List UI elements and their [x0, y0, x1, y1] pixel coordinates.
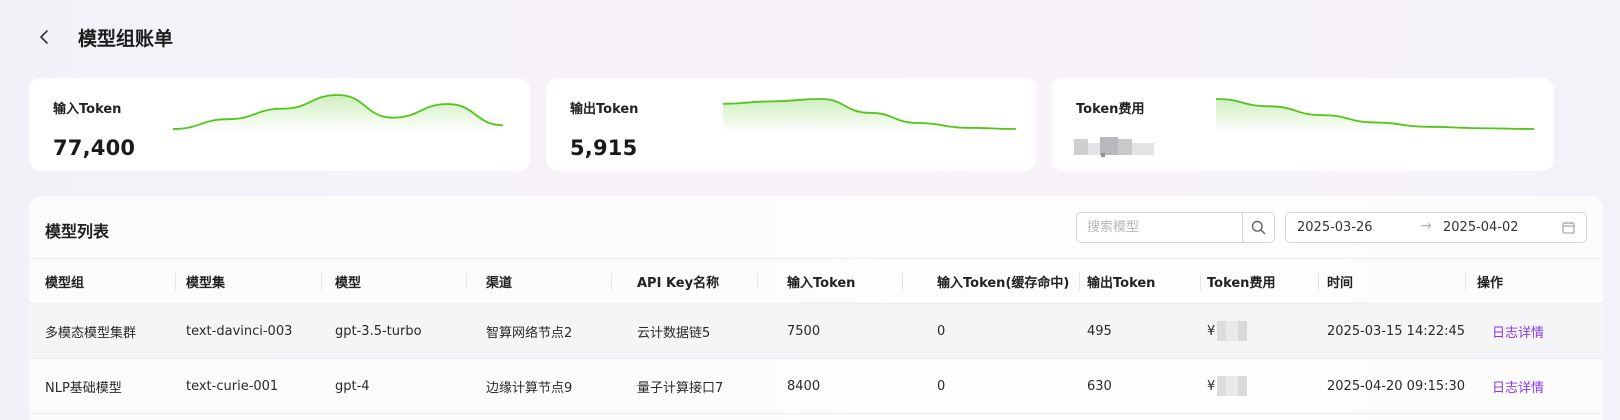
log-detail-link[interactable]: 日志详情 [1492, 304, 1544, 358]
cell-model-set: text-davinci-003 [186, 323, 293, 339]
cell-token-fee: ¥ [1207, 359, 1248, 413]
column-header: Token费用 [1207, 275, 1276, 291]
column-divider [902, 273, 903, 290]
column-divider [175, 273, 176, 290]
currency-symbol: ¥ [1207, 378, 1216, 394]
cell-output-token: 495 [1087, 323, 1112, 339]
cell-model-group: 多模态模型集群 [45, 325, 137, 341]
column-divider [757, 273, 758, 290]
cell-channel: 边缘计算节点9 [486, 380, 573, 396]
date-start[interactable]: 2025-03-26 [1297, 220, 1373, 235]
cell-model-group: NLP基础模型 [45, 380, 122, 396]
column-divider [466, 273, 467, 290]
cell-cached-input-token: 0 [937, 378, 946, 394]
cell-api-key-name: 云计数据链5 [637, 325, 711, 341]
cell-token-fee: ¥ [1207, 304, 1248, 358]
token-fee-sparkline [1215, 98, 1535, 132]
column-header: 时间 [1327, 275, 1354, 291]
date-range-picker[interactable]: 2025-03-26 → 2025-04-02 [1285, 212, 1587, 243]
card-token-fee: Token费用 [1052, 78, 1554, 171]
cell-model: gpt-3.5-turbo [335, 323, 422, 339]
search-box [1076, 212, 1275, 243]
currency-symbol: ¥ [1207, 323, 1216, 339]
cell-api-key-name: 量子计算接口7 [637, 380, 724, 396]
column-header: 模型集 [186, 275, 226, 291]
card-output-token: 输出Token 5,915 [546, 78, 1036, 171]
column-header: 操作 [1477, 275, 1504, 291]
search-input[interactable] [1077, 213, 1242, 242]
column-divider [321, 273, 322, 290]
panel-title: 模型列表 [45, 222, 110, 241]
card-label: 输出Token [570, 102, 639, 117]
masked-fee-value [1074, 137, 1154, 157]
cell-model-set: text-curie-001 [186, 378, 279, 394]
masked-fee [1217, 321, 1248, 341]
card-value: 77,400 [53, 136, 136, 160]
output-token-sparkline [722, 98, 1017, 132]
column-divider [1200, 273, 1201, 290]
column-header: 模型组 [45, 275, 85, 291]
column-divider [1465, 273, 1466, 290]
column-header: 模型 [335, 275, 362, 291]
sparkline-area [1216, 99, 1534, 132]
card-value: 5,915 [570, 136, 638, 160]
calendar-icon [1562, 221, 1575, 234]
cell-model: gpt-4 [335, 378, 370, 394]
column-header: 输入Token [787, 275, 856, 291]
card-label: 输入Token [53, 102, 122, 117]
page-title: 模型组账单 [78, 27, 174, 50]
column-header: 渠道 [486, 275, 513, 291]
date-end[interactable]: 2025-04-02 [1443, 220, 1519, 235]
cell-channel: 智算网络节点2 [486, 325, 573, 341]
cell-input-token: 8400 [787, 378, 821, 394]
masked-fee [1217, 376, 1248, 396]
page-header: 模型组账单 [30, 22, 173, 52]
summary-cards: 输入Token 77,400 输出Token 5,915 Token费用 [29, 78, 1603, 171]
column-header: 输出Token [1087, 275, 1156, 291]
cell-time: 2025-04-20 09:15:30 [1327, 378, 1466, 394]
model-list-panel: 模型列表 2025-03-26 → 2025-04-02 模型组 模型集 模型 … [29, 196, 1603, 420]
column-divider [1318, 273, 1319, 290]
card-label: Token费用 [1076, 102, 1145, 117]
search-button[interactable] [1242, 213, 1274, 242]
column-header: API Key名称 [637, 275, 720, 291]
column-header: 输入Token(缓存命中) [937, 275, 1070, 291]
log-detail-link[interactable]: 日志详情 [1492, 359, 1544, 413]
table-header: 模型组 模型集 模型 渠道 API Key名称 输入Token 输入Token(… [29, 258, 1603, 304]
back-button[interactable] [30, 23, 58, 51]
cell-output-token: 630 [1087, 378, 1112, 394]
search-icon [1251, 220, 1266, 235]
card-input-token: 输入Token 77,400 [29, 78, 530, 171]
sparkline-area [173, 95, 503, 132]
column-divider [1079, 273, 1080, 290]
cell-input-token: 7500 [787, 323, 821, 339]
table-row: 多模态模型集群 text-davinci-003 gpt-3.5-turbo 智… [29, 304, 1603, 359]
cell-cached-input-token: 0 [937, 323, 946, 339]
input-token-sparkline [172, 94, 504, 132]
column-divider [611, 273, 612, 290]
chevron-left-icon [40, 30, 48, 44]
table-row: NLP基础模型 text-curie-001 gpt-4 边缘计算节点9 量子计… [29, 359, 1603, 414]
cell-time: 2025-03-15 14:22:45 [1327, 323, 1466, 339]
model-table: 模型组 模型集 模型 渠道 API Key名称 输入Token 输入Token(… [29, 258, 1603, 414]
arrow-right-icon: → [1420, 218, 1432, 234]
